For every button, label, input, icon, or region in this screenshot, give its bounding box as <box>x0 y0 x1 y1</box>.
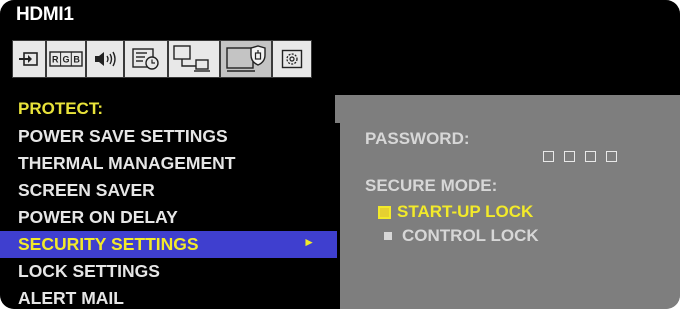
protect-icon <box>226 45 266 72</box>
password-digit-box[interactable] <box>585 151 596 162</box>
menu-item-power-save-settings[interactable]: POWER SAVE SETTINGS <box>0 123 337 150</box>
tab-picture[interactable]: R G B <box>46 40 86 78</box>
svg-text:G: G <box>62 55 69 65</box>
multi-input-icon <box>173 45 210 72</box>
menu-item-screen-saver[interactable]: SCREEN SAVER <box>0 177 337 204</box>
tab-schedule[interactable] <box>124 40 168 78</box>
menu-item-thermal-management[interactable]: THERMAL MANAGEMENT <box>0 150 337 177</box>
menu-item-label: POWER ON DELAY <box>18 207 178 227</box>
option-label: START-UP LOCK <box>397 202 534 221</box>
password-label: PASSWORD: <box>365 129 470 148</box>
tab-multi-input[interactable] <box>168 40 220 78</box>
menu-header-label: PROTECT: <box>18 99 103 118</box>
audio-icon <box>95 51 116 67</box>
svg-text:B: B <box>73 55 80 65</box>
password-digit-box[interactable] <box>606 151 617 162</box>
menu-item-label: SCREEN SAVER <box>18 180 155 200</box>
option-bullet-icon <box>384 232 392 240</box>
menu-icon-tabs: R G B <box>12 40 338 78</box>
menu-item-label: LOCK SETTINGS <box>18 261 160 281</box>
security-settings-panel: PASSWORD: SECURE MODE: START-UP LOCK CON… <box>340 95 680 309</box>
schedule-icon <box>132 48 159 70</box>
tab-system[interactable] <box>272 40 312 78</box>
submenu-arrow-icon: ► <box>303 235 315 249</box>
secure-mode-label: SECURE MODE: <box>365 176 498 195</box>
tab-audio[interactable] <box>86 40 124 78</box>
option-label: CONTROL LOCK <box>402 226 539 245</box>
menu-item-lock-settings[interactable]: LOCK SETTINGS <box>0 258 337 285</box>
password-digit-box[interactable] <box>564 151 575 162</box>
input-icon <box>19 52 38 66</box>
osd-menu: HDMI1 R G B PROTECT: POWER SAVE SETTINGS… <box>0 0 680 309</box>
svg-text:R: R <box>52 55 59 65</box>
menu-item-label: THERMAL MANAGEMENT <box>18 153 236 173</box>
option-control-lock[interactable]: CONTROL LOCK <box>384 226 539 246</box>
menu-item-label: POWER SAVE SETTINGS <box>18 126 228 146</box>
menu-item-alert-mail[interactable]: ALERT MAIL <box>0 285 337 309</box>
menu-item-power-on-delay[interactable]: POWER ON DELAY <box>0 204 337 231</box>
system-icon <box>281 49 303 69</box>
selected-option-icon <box>378 205 391 219</box>
rgb-picture-icon: R G B <box>49 51 83 67</box>
menu-item-label: ALERT MAIL <box>18 288 124 308</box>
input-source-title: HDMI1 <box>16 4 74 25</box>
tab-input[interactable] <box>12 40 46 78</box>
password-digit-box[interactable] <box>543 151 554 162</box>
protect-menu-list: POWER SAVE SETTINGS THERMAL MANAGEMENT S… <box>0 123 340 309</box>
tab-protect[interactable] <box>220 40 272 78</box>
option-start-up-lock[interactable]: START-UP LOCK <box>378 202 533 222</box>
menu-item-label: SECURITY SETTINGS <box>18 234 199 254</box>
menu-item-security-settings[interactable]: SECURITY SETTINGS ► <box>0 231 337 258</box>
password-entry[interactable] <box>543 151 617 162</box>
